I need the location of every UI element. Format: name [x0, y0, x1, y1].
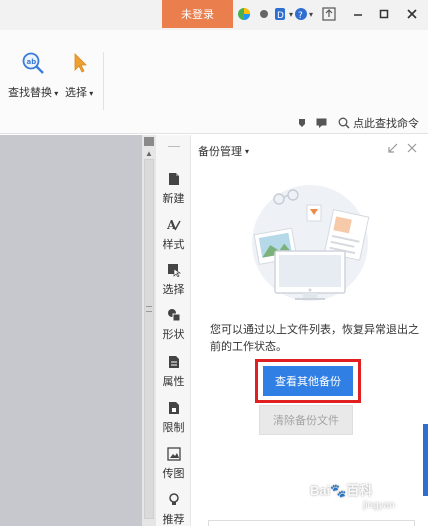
select-icon: [166, 262, 182, 278]
help-icon[interactable]: ?: [294, 7, 308, 21]
sidebar-item-select[interactable]: 选择: [156, 262, 191, 297]
properties-icon: [166, 354, 182, 370]
chevron-down-icon: ▾: [245, 146, 250, 156]
sidebar-item-style[interactable]: A 样式: [156, 217, 191, 252]
backup-illustration: [252, 185, 370, 301]
skin-icon[interactable]: [237, 7, 251, 21]
chevron-down-icon: ▾: [52, 89, 59, 98]
watermark-url: jingyan: [363, 500, 395, 511]
maximize-icon[interactable]: [375, 5, 393, 23]
view-other-backups-button[interactable]: 查看其他备份: [263, 366, 353, 396]
settings-icon[interactable]: [257, 7, 271, 21]
scroll-up-icon[interactable]: ▲: [145, 149, 153, 158]
chevron-down-icon: ▾: [87, 89, 94, 98]
style-icon: A: [166, 217, 182, 233]
sidebar-item-label: 传图: [162, 468, 185, 480]
share-icon[interactable]: [321, 6, 337, 22]
sidebar-item-label: 推荐: [162, 514, 185, 526]
sidebar-item-label: 形状: [162, 329, 185, 341]
side-tab[interactable]: [423, 424, 428, 496]
panel-toggle-icon[interactable]: [144, 137, 154, 146]
pin-icon[interactable]: [297, 114, 307, 132]
clear-backup-button[interactable]: 清除备份文件: [259, 405, 353, 435]
find-replace-button[interactable]: ab 查找替换 ▾: [8, 48, 58, 100]
comment-icon[interactable]: [316, 114, 327, 132]
document-canvas[interactable]: [0, 135, 142, 526]
cursor-icon: [65, 48, 93, 78]
svg-text:ab: ab: [27, 58, 37, 66]
chevron-down-icon[interactable]: ▾: [307, 7, 315, 21]
search-cmd-label: 点此查找命令: [353, 118, 419, 130]
upload-image-icon: [166, 446, 182, 462]
select-label: 选择: [65, 87, 87, 99]
sidebar-item-restrict[interactable]: 限制: [156, 400, 191, 435]
close-icon[interactable]: [403, 5, 421, 23]
sidebar-item-label: 新建: [162, 193, 185, 205]
search-icon: [338, 117, 350, 129]
select-button[interactable]: 选择 ▾: [65, 48, 93, 100]
panel-footer-edge: [208, 520, 415, 526]
sidebar-item-recommend[interactable]: 推荐: [156, 492, 191, 526]
collapse-icon[interactable]: [386, 141, 400, 155]
ribbon-separator: [103, 52, 104, 110]
recommend-icon: [166, 492, 182, 508]
restrict-icon: [166, 400, 182, 416]
panel-title: 备份管理: [198, 146, 242, 158]
command-search[interactable]: 点此查找命令: [338, 114, 419, 132]
panel-close-icon[interactable]: [405, 141, 419, 155]
sidebar-item-label: 样式: [162, 239, 185, 251]
find-replace-label: 查找替换: [8, 87, 52, 99]
panel-title-dropdown[interactable]: 备份管理 ▾: [198, 143, 249, 159]
sidebar-grip: [168, 146, 180, 147]
login-button[interactable]: 未登录: [162, 0, 233, 28]
sidebar-item-upload-image[interactable]: 传图: [156, 446, 191, 481]
watermark-logo: Bai🐾百科: [310, 483, 373, 498]
find-replace-icon: ab: [19, 48, 47, 78]
grip-icon: [146, 306, 152, 312]
sidebar-item-shape[interactable]: 形状: [156, 307, 191, 342]
new-doc-icon: [166, 171, 182, 187]
ribbon-toolbar: ab 查找替换 ▾ 选择 ▾ 点此查找命令: [0, 30, 428, 134]
sidebar-item-properties[interactable]: 属性: [156, 354, 191, 389]
title-bar: 未登录 D ▾ ? ▾: [0, 0, 428, 30]
sidebar-item-new[interactable]: 新建: [156, 171, 191, 206]
vertical-scrollbar[interactable]: ▲: [142, 135, 156, 526]
backup-description: 您可以通过以上文件列表，恢复异常退出之前的工作状态。: [210, 324, 419, 353]
shape-icon: [166, 307, 182, 323]
cloud-icon[interactable]: D: [274, 7, 288, 21]
minimize-icon[interactable]: [349, 5, 367, 23]
svg-text:?: ?: [298, 11, 303, 21]
task-sidebar: 新建 A 样式 选择 形状 属性 限制 传图 推荐: [156, 135, 191, 526]
sidebar-item-label: 限制: [162, 422, 185, 434]
svg-text:D: D: [277, 11, 284, 21]
backup-panel: 备份管理 ▾ 您可以通过以上文件列表，恢复异常退出之前的工作状态。 查看其他备份…: [191, 135, 428, 526]
sidebar-item-label: 选择: [162, 284, 185, 296]
sidebar-item-label: 属性: [162, 376, 185, 388]
scroll-thumb[interactable]: [144, 159, 154, 519]
